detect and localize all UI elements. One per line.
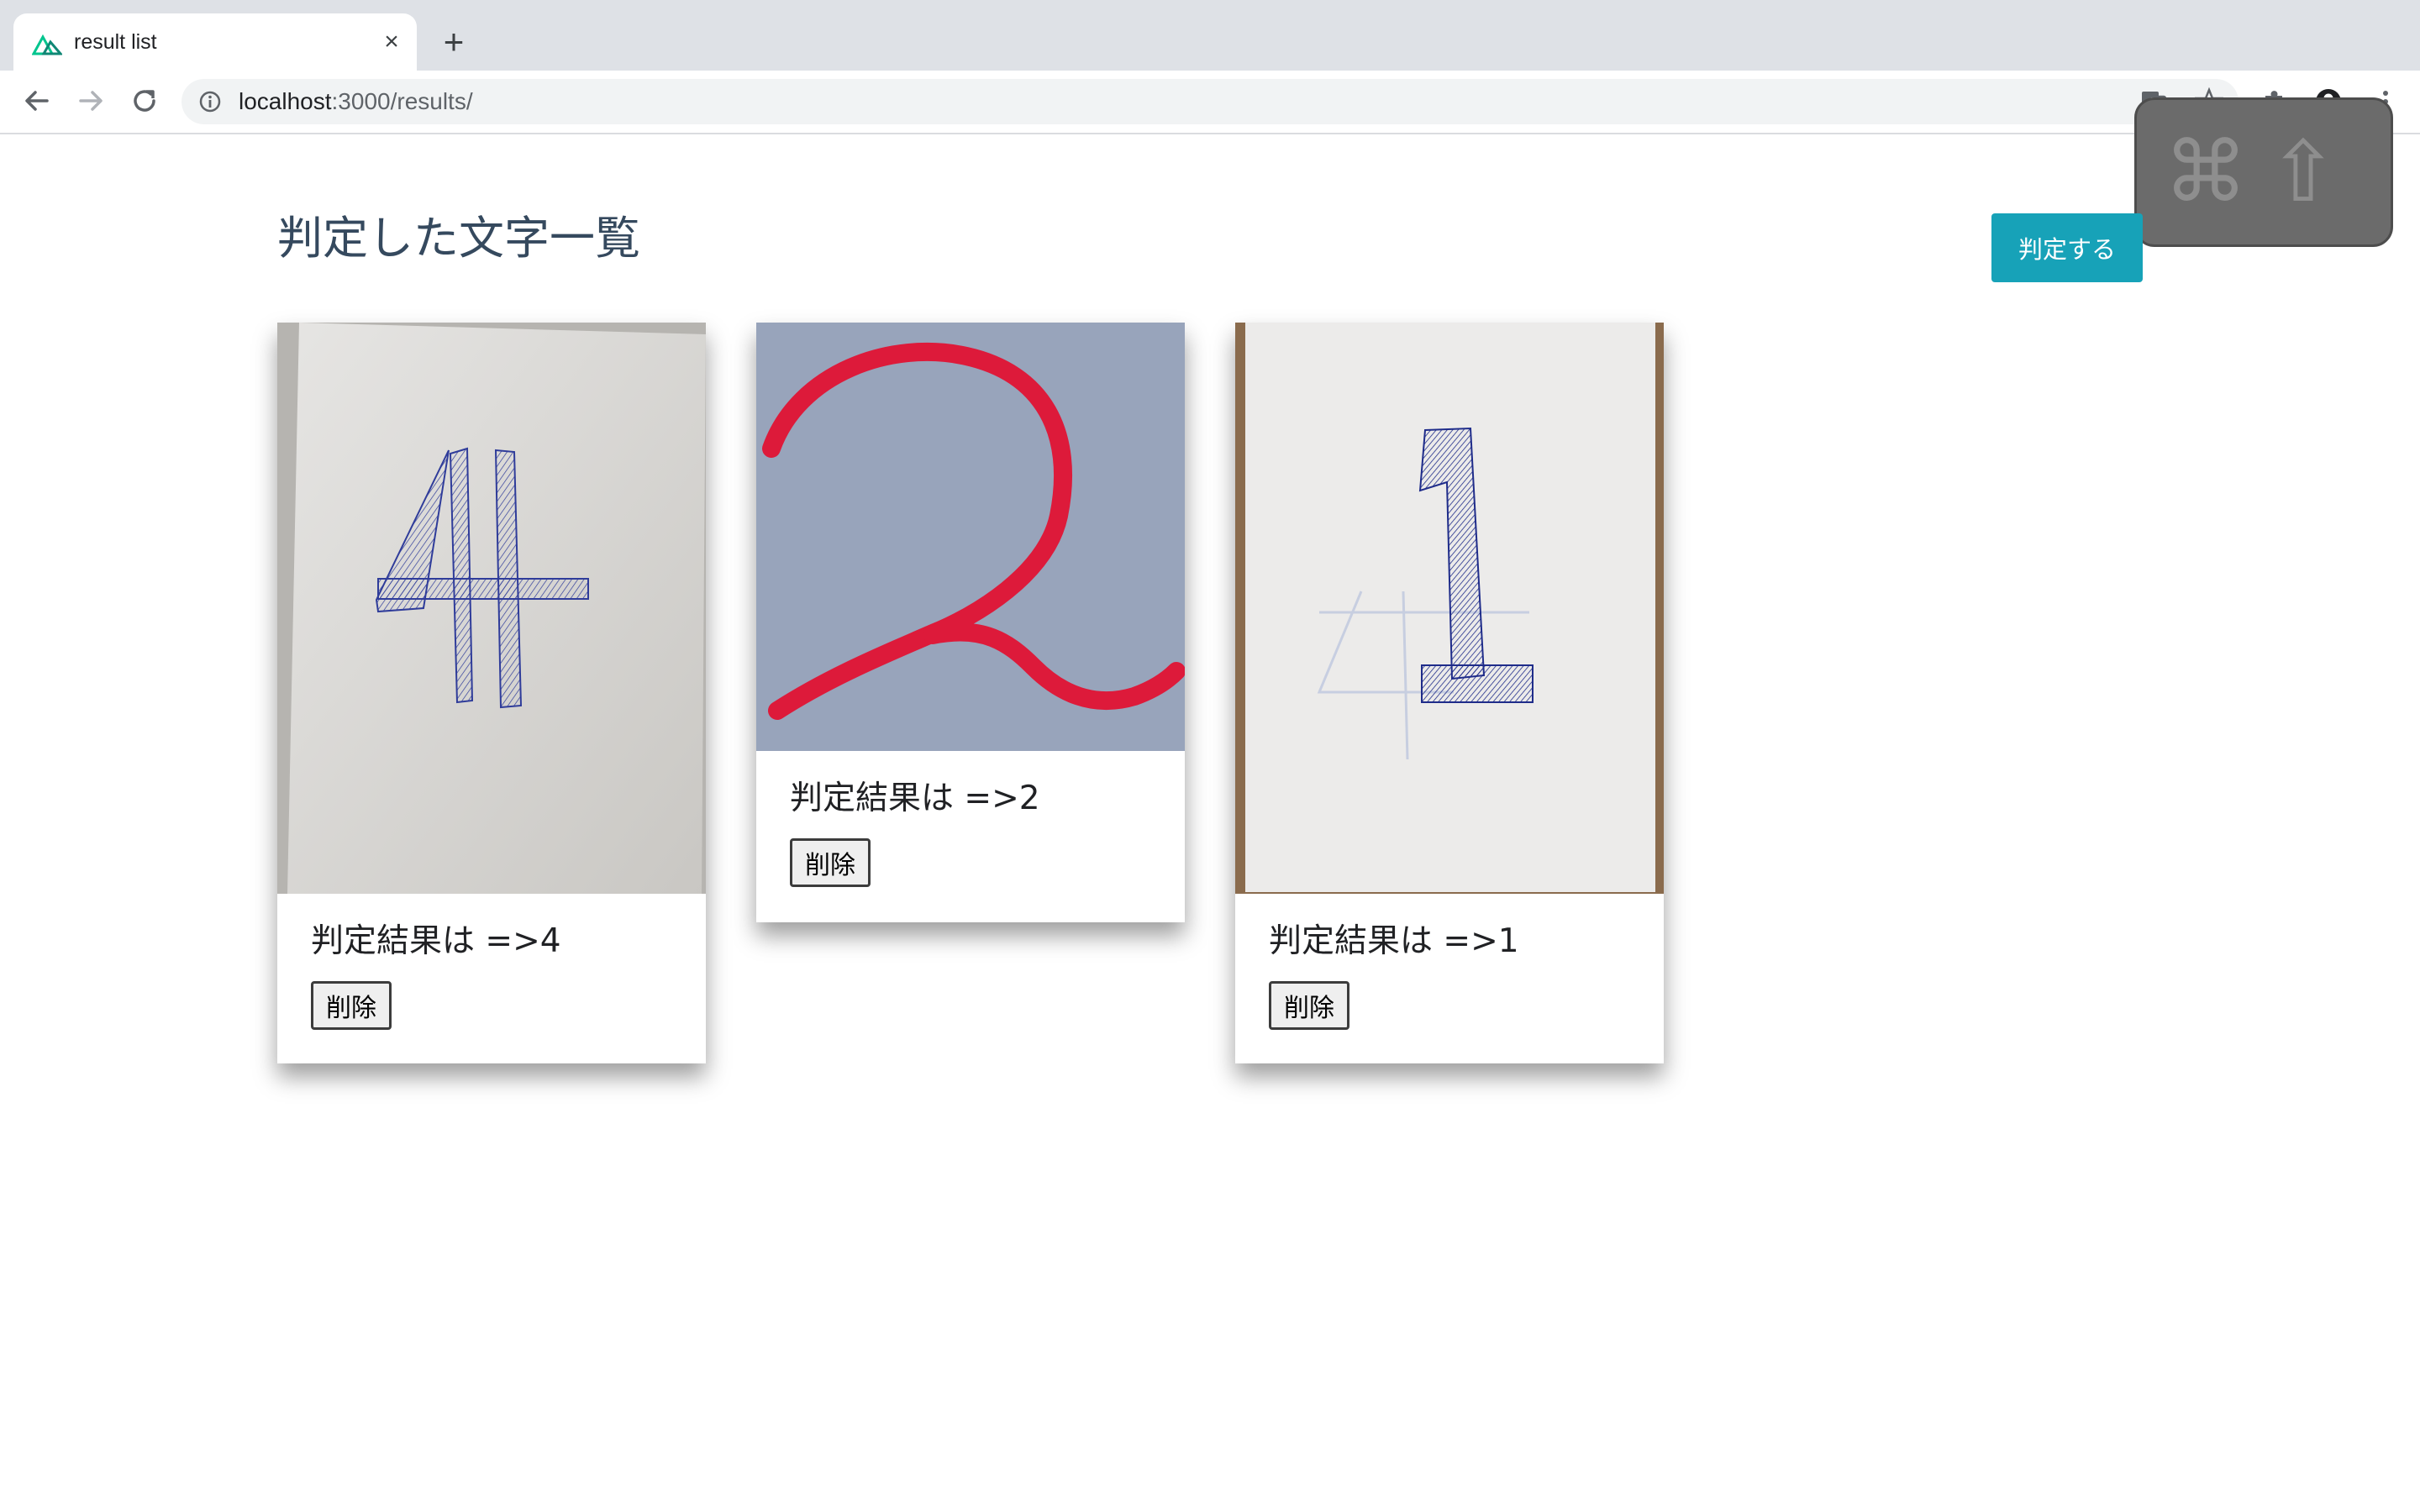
- judge-button[interactable]: 判定する: [1991, 213, 2143, 282]
- delete-button[interactable]: 削除: [790, 838, 871, 887]
- nuxt-logo-icon: [32, 34, 62, 55]
- browser-toolbar: localhost:3000/results/: [0, 71, 2420, 134]
- tab-close-icon[interactable]: ×: [376, 27, 407, 57]
- command-key-icon: ⌘: [2164, 123, 2248, 221]
- tab-strip: result list × +: [0, 0, 2420, 71]
- delete-button[interactable]: 削除: [1269, 981, 1349, 1030]
- digit-1-photo: [1235, 323, 1664, 894]
- tab-title: result list: [74, 30, 157, 54]
- result-card: 判定結果は =>4 削除: [277, 323, 706, 1063]
- url-path: :3000/results/: [331, 88, 473, 114]
- url-text[interactable]: localhost:3000/results/: [239, 79, 473, 124]
- browser-tab[interactable]: result list ×: [13, 13, 417, 71]
- result-text: 判定結果は =>4: [311, 922, 561, 960]
- shift-key-icon: ⇧: [2268, 123, 2338, 221]
- new-tab-button[interactable]: +: [437, 24, 471, 60]
- page-title: 判定した文字一覧: [277, 212, 640, 265]
- result-card: 判定結果は =>1 削除: [1235, 323, 1664, 1063]
- reload-icon[interactable]: [128, 84, 161, 118]
- address-bar[interactable]: localhost:3000/results/: [182, 79, 2238, 124]
- back-arrow-icon[interactable]: [20, 84, 54, 118]
- result-text: 判定結果は =>2: [790, 780, 1040, 817]
- delete-button[interactable]: 削除: [311, 981, 392, 1030]
- result-text: 判定結果は =>1: [1269, 922, 1519, 960]
- site-info-icon[interactable]: [198, 90, 222, 113]
- keyboard-shortcut-overlay: ⌘ ⇧: [2134, 97, 2393, 247]
- digit-4-photo: [277, 323, 706, 894]
- digit-2-photo: [756, 323, 1185, 751]
- url-host: localhost: [239, 88, 332, 114]
- result-card: 判定結果は =>2 削除: [756, 323, 1185, 922]
- forward-arrow-icon[interactable]: [74, 84, 108, 118]
